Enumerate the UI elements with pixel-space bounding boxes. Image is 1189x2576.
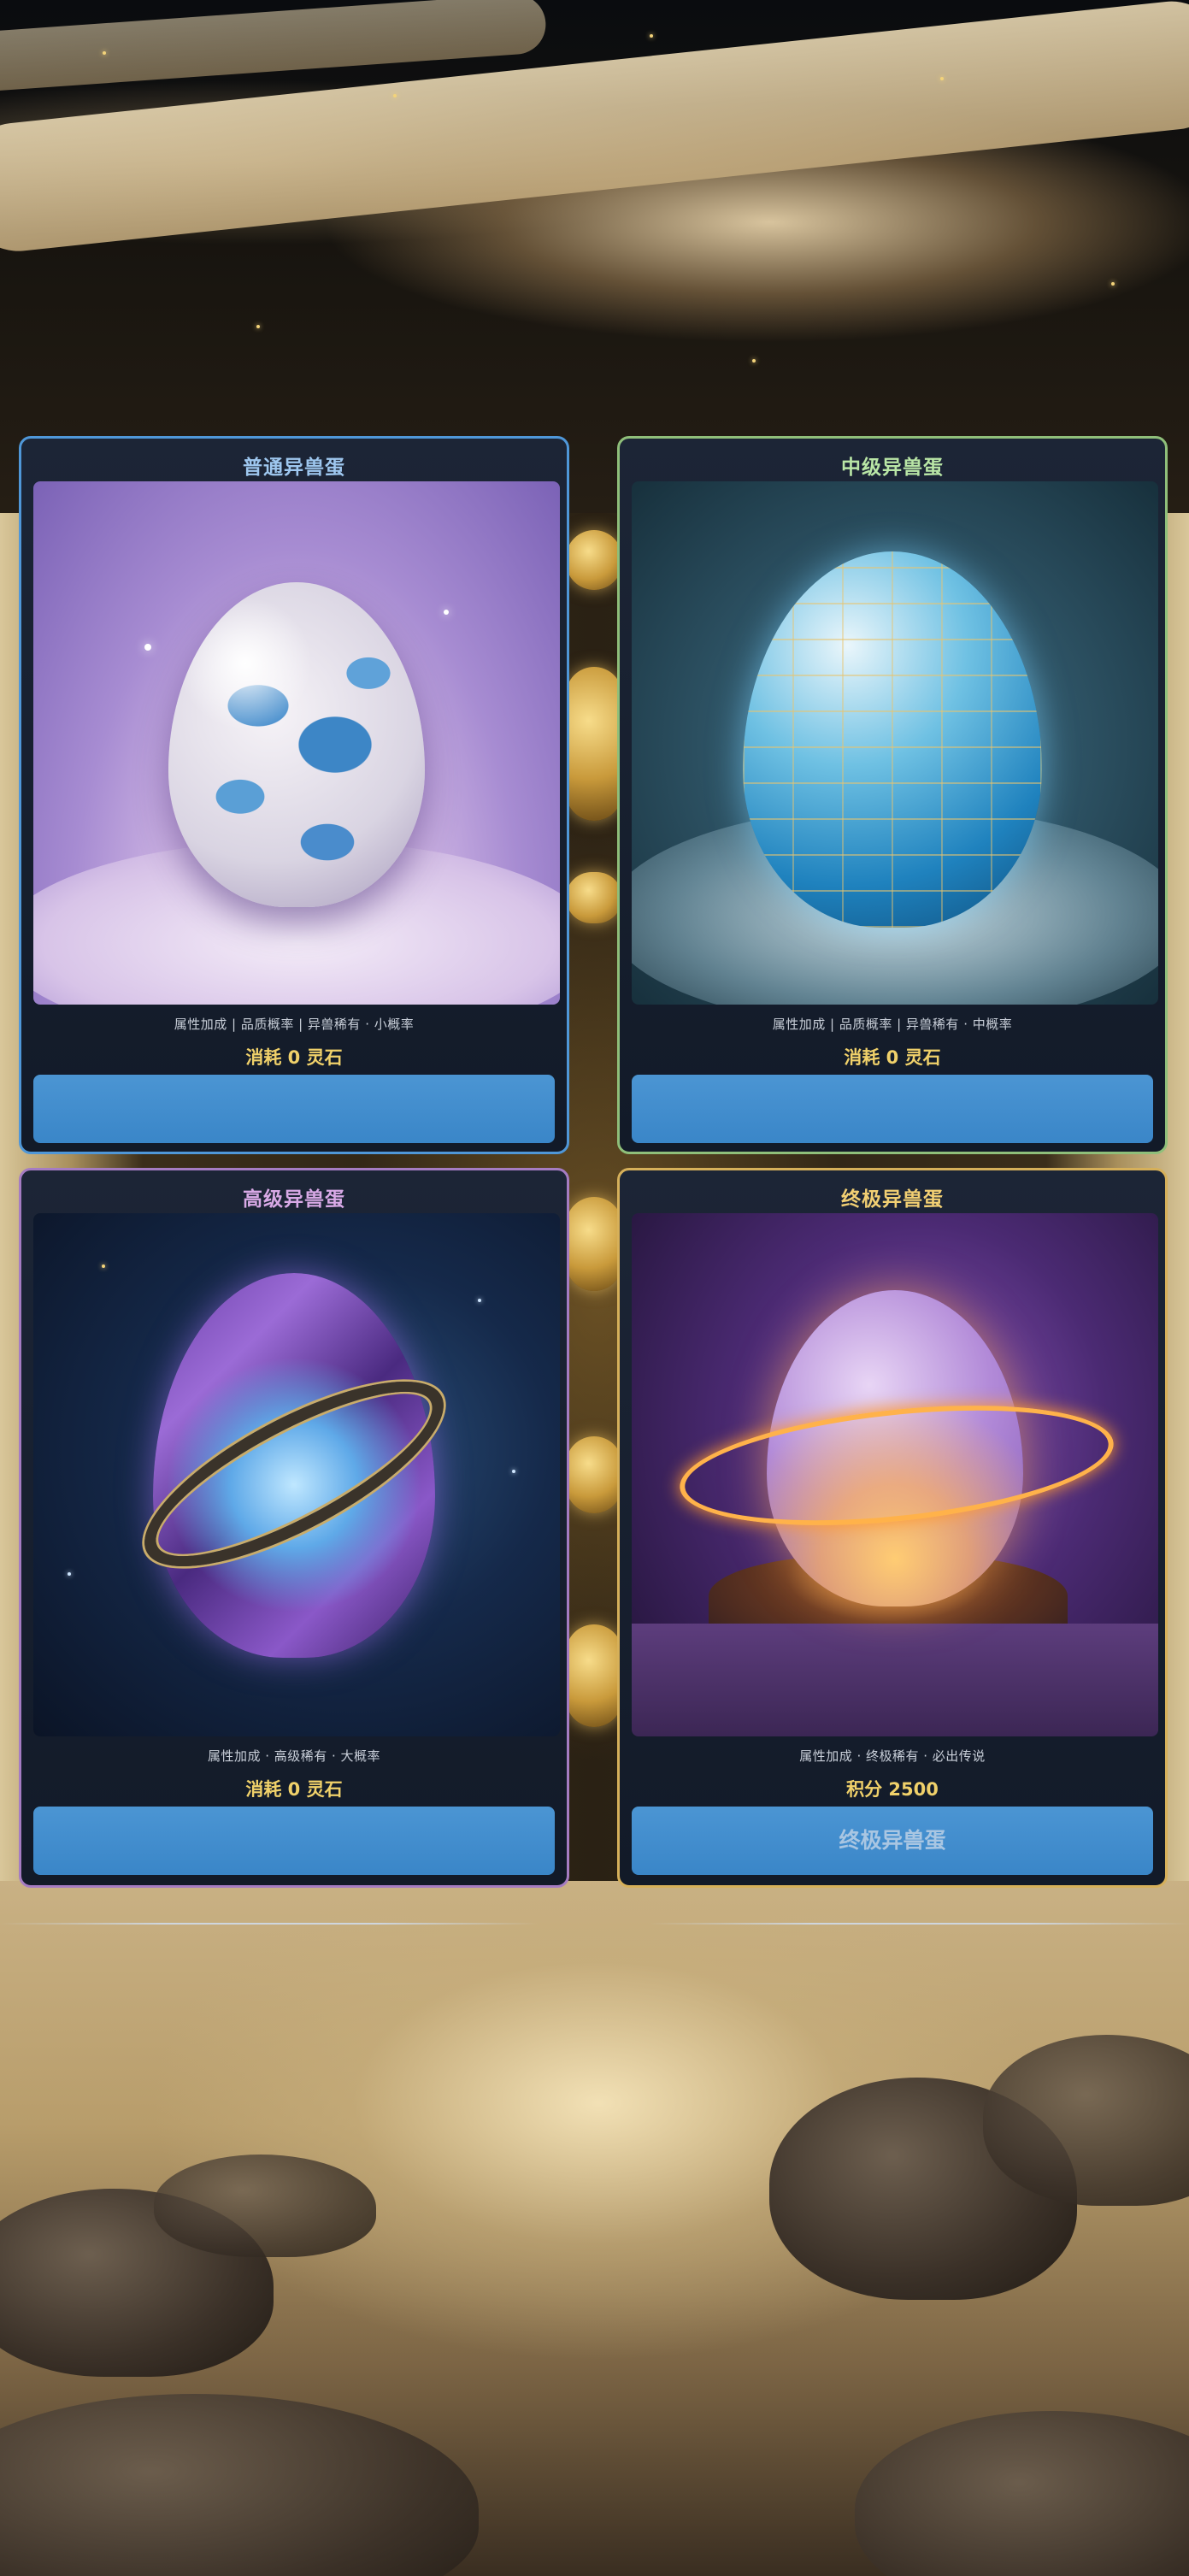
buy-button[interactable]: [33, 1075, 555, 1143]
card-stats: 属性加成 · 终极稀有 · 必出传说: [799, 1748, 986, 1764]
buy-button[interactable]: [632, 1075, 1153, 1143]
star: [103, 51, 106, 55]
egg-card-common: 普通异兽蛋 属性加成 | 品质概率 | 异兽稀有 · 小概率 消耗 0 灵石: [19, 436, 569, 1154]
star: [256, 325, 260, 328]
star: [68, 1572, 71, 1576]
star: [650, 34, 653, 38]
card-price: 消耗 0 灵石: [245, 1779, 343, 1800]
card-price: 积分 2500: [846, 1779, 939, 1800]
ground: [632, 1624, 1158, 1736]
star: [102, 1264, 105, 1268]
star: [512, 1470, 515, 1473]
egg-image: [33, 1213, 560, 1736]
rock: [154, 2155, 376, 2257]
egg-card-intermediate: 中级异兽蛋 属性加成 | 品质概率 | 异兽稀有 · 中概率 消耗 0 灵石: [617, 436, 1168, 1154]
egg-card-ultimate: 终极异兽蛋 属性加成 · 终极稀有 · 必出传说 积分 2500 终极异兽蛋: [617, 1168, 1168, 1888]
star: [393, 94, 397, 97]
gold-ornament: [566, 1624, 622, 1727]
card-title: 普通异兽蛋: [243, 457, 345, 479]
card-price: 消耗 0 灵石: [844, 1047, 941, 1068]
divider-line: [0, 1923, 539, 1925]
rune-egg-icon: [743, 551, 1042, 928]
star: [478, 1299, 481, 1302]
sparkle-icon: [444, 610, 449, 615]
gold-ornament: [566, 872, 622, 923]
gold-ornament: [566, 530, 622, 590]
card-price: 消耗 0 灵石: [245, 1047, 343, 1068]
gold-ornament: [566, 667, 622, 821]
divider-line: [650, 1923, 1189, 1925]
card-title: 中级异兽蛋: [841, 457, 944, 479]
egg-card-advanced: 高级异兽蛋 属性加成 · 高级稀有 · 大概率 消耗 0 灵石: [19, 1168, 569, 1888]
sparkle-icon: [144, 644, 151, 651]
gold-ornament: [566, 1436, 622, 1513]
egg-image: [33, 481, 560, 1005]
buy-button-ultimate[interactable]: 终极异兽蛋: [632, 1807, 1153, 1875]
gold-ornament: [566, 1197, 622, 1291]
egg-image: [632, 1213, 1158, 1736]
spotted-egg-icon: [168, 582, 425, 907]
card-title: 高级异兽蛋: [243, 1188, 345, 1211]
fire-ring: [674, 1387, 1120, 1544]
card-stats: 属性加成 | 品质概率 | 异兽稀有 · 中概率: [772, 1017, 1013, 1032]
star: [940, 77, 944, 80]
egg-image: [632, 481, 1158, 1005]
buy-button[interactable]: [33, 1807, 555, 1875]
card-title: 终极异兽蛋: [841, 1188, 944, 1211]
card-stats: 属性加成 · 高级稀有 · 大概率: [207, 1748, 381, 1764]
card-stats: 属性加成 | 品质概率 | 异兽稀有 · 小概率: [174, 1017, 415, 1032]
star: [1111, 282, 1115, 286]
star: [752, 359, 756, 363]
